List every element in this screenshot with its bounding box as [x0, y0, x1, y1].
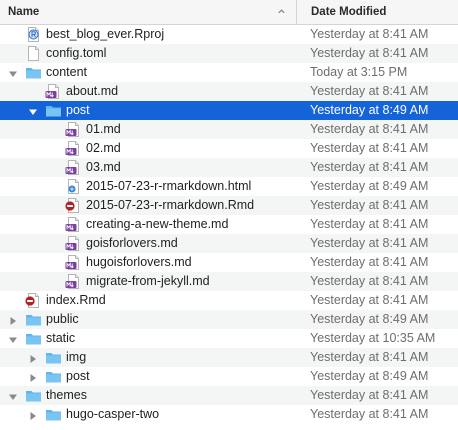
file-row-public[interactable]: public Yesterday at 8:49 AM [0, 310, 458, 329]
file-name: public [46, 312, 79, 326]
file-name: hugo-casper-two [66, 407, 160, 421]
date-modified: Yesterday at 8:41 AM [310, 388, 429, 402]
folder-icon [45, 102, 62, 119]
date-modified: Yesterday at 8:41 AM [310, 350, 429, 364]
file-row-hugoisforlovers-md[interactable]: hugoisforlovers.md Yesterday at 8:41 AM [0, 253, 458, 272]
column-header-bar: Name Date Modified [0, 0, 458, 25]
date-modified: Yesterday at 8:41 AM [310, 198, 429, 212]
file-row-hugo-casper-two[interactable]: hugo-casper-two Yesterday at 8:41 AM [0, 405, 458, 424]
date-modified: Yesterday at 8:41 AM [310, 255, 429, 269]
file-name: config.toml [46, 46, 107, 60]
md-file-icon [65, 235, 82, 252]
file-row-post[interactable]: post Yesterday at 8:49 AM [0, 367, 458, 386]
rproj-icon [25, 26, 42, 43]
folder-icon [25, 64, 42, 81]
file-row-migrate-from-jekyll-md[interactable]: migrate-from-jekyll.md Yesterday at 8:41 … [0, 272, 458, 291]
file-name: index.Rmd [46, 293, 106, 307]
document-icon [25, 45, 42, 62]
file-row-post[interactable]: post Yesterday at 8:49 AM [0, 101, 458, 120]
file-name: static [46, 331, 76, 345]
file-row-creating-a-new-theme-md[interactable]: creating-a-new-theme.md Yesterday at 8:41… [0, 215, 458, 234]
file-name: goisforlovers.md [86, 236, 178, 250]
file-name: migrate-from-jekyll.md [86, 274, 210, 288]
file-name: about.md [66, 84, 119, 98]
disclosure-collapsed-icon[interactable] [8, 315, 18, 325]
folder-icon [25, 330, 42, 347]
file-row-content[interactable]: content Today at 3:15 PM [0, 63, 458, 82]
file-name: 01.md [86, 122, 121, 136]
name-column-label: Name [8, 6, 40, 18]
md-file-icon [65, 273, 82, 290]
date-modified: Yesterday at 8:41 AM [310, 122, 429, 136]
date-modified: Yesterday at 8:41 AM [310, 217, 429, 231]
date-modified: Yesterday at 8:41 AM [310, 141, 429, 155]
file-name: hugoisforlovers.md [86, 255, 192, 269]
file-row-about-md[interactable]: about.md Yesterday at 8:41 AM [0, 82, 458, 101]
rmd-file-icon [25, 292, 42, 309]
date-modified: Yesterday at 10:35 AM [310, 331, 436, 345]
md-file-icon [65, 216, 82, 233]
file-name: 2015-07-23-r-rmarkdown.Rmd [86, 198, 255, 212]
folder-icon [45, 406, 62, 423]
file-row-01-md[interactable]: 01.md Yesterday at 8:41 AM [0, 120, 458, 139]
file-row-config-toml[interactable]: config.toml Yesterday at 8:41 AM [0, 44, 458, 63]
folder-icon [45, 368, 62, 385]
name-column-header[interactable]: Name [0, 0, 297, 24]
file-row-03-md[interactable]: 03.md Yesterday at 8:41 AM [0, 158, 458, 177]
disclosure-collapsed-icon[interactable] [28, 410, 38, 420]
date-modified: Yesterday at 8:49 AM [310, 312, 429, 326]
disclosure-expanded-icon[interactable] [28, 106, 38, 116]
folder-icon [25, 387, 42, 404]
disclosure-collapsed-icon[interactable] [28, 372, 38, 382]
file-name: 02.md [86, 141, 121, 155]
file-row-static[interactable]: static Yesterday at 10:35 AM [0, 329, 458, 348]
file-name: post [66, 103, 90, 117]
disclosure-collapsed-icon[interactable] [28, 353, 38, 363]
date-modified: Yesterday at 8:41 AM [310, 84, 429, 98]
date-modified: Yesterday at 8:41 AM [310, 27, 429, 41]
file-row-img[interactable]: img Yesterday at 8:41 AM [0, 348, 458, 367]
date-modified: Today at 3:15 PM [310, 65, 408, 79]
date-modified: Yesterday at 8:41 AM [310, 160, 429, 174]
date-modified-column-header[interactable]: Date Modified [297, 6, 386, 18]
file-row-2015-07-23-r-rmarkdown-html[interactable]: 2015-07-23-r-rmarkdown.html Yesterday at … [0, 177, 458, 196]
file-row-02-md[interactable]: 02.md Yesterday at 8:41 AM [0, 139, 458, 158]
rmd-file-icon [65, 197, 82, 214]
disclosure-expanded-icon[interactable] [8, 391, 18, 401]
file-name: best_blog_ever.Rproj [46, 27, 165, 41]
file-name: 03.md [86, 160, 121, 174]
file-row-themes[interactable]: themes Yesterday at 8:41 AM [0, 386, 458, 405]
file-row-goisforlovers-md[interactable]: goisforlovers.md Yesterday at 8:41 AM [0, 234, 458, 253]
file-name: content [46, 65, 88, 79]
date-modified: Yesterday at 8:41 AM [310, 236, 429, 250]
file-row-2015-07-23-r-rmarkdown-rmd[interactable]: 2015-07-23-r-rmarkdown.Rmd Yesterday at 8… [0, 196, 458, 215]
date-modified: Yesterday at 8:49 AM [310, 369, 429, 383]
date-modified: Yesterday at 8:41 AM [310, 46, 429, 60]
file-name: img [66, 350, 87, 364]
md-file-icon [65, 159, 82, 176]
file-name: creating-a-new-theme.md [86, 217, 229, 231]
folder-icon [25, 311, 42, 328]
file-name: 2015-07-23-r-rmarkdown.html [86, 179, 252, 193]
disclosure-expanded-icon[interactable] [8, 334, 18, 344]
md-file-icon [45, 83, 62, 100]
disclosure-expanded-icon[interactable] [8, 68, 18, 78]
date-modified-column-label: Date Modified [311, 6, 387, 18]
date-modified: Yesterday at 8:41 AM [310, 293, 429, 307]
date-modified: Yesterday at 8:49 AM [310, 103, 429, 117]
file-row-best-blog-ever-rproj[interactable]: best_blog_ever.Rproj Yesterday at 8:41 AM [0, 25, 458, 44]
file-name: post [66, 369, 90, 383]
file-row-index-rmd[interactable]: index.Rmd Yesterday at 8:41 AM [0, 291, 458, 310]
file-name: themes [46, 388, 87, 402]
date-modified: Yesterday at 8:41 AM [310, 274, 429, 288]
md-file-icon [65, 140, 82, 157]
sort-chevron-icon [278, 9, 285, 14]
md-file-icon [65, 254, 82, 271]
file-list: best_blog_ever.Rproj Yesterday at 8:41 AM… [0, 25, 458, 424]
date-modified: Yesterday at 8:41 AM [310, 407, 429, 421]
md-file-icon [65, 121, 82, 138]
date-modified: Yesterday at 8:49 AM [310, 179, 429, 193]
html-file-icon [65, 178, 82, 195]
folder-icon [45, 349, 62, 366]
